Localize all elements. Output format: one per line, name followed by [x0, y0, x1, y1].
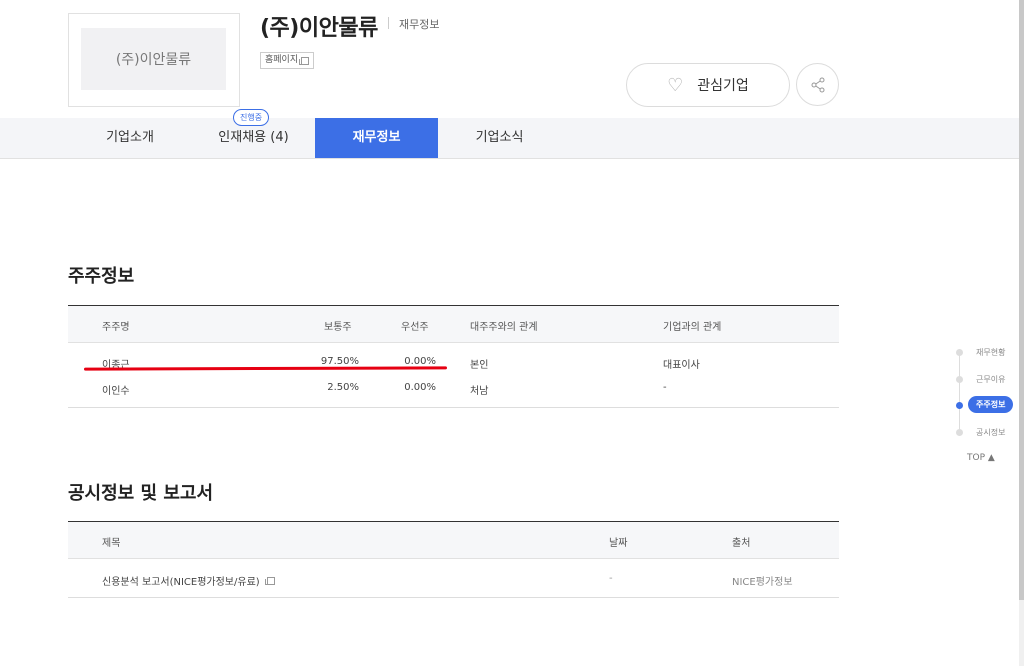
homepage-button[interactable]: 홈페이지 [260, 52, 315, 69]
tab-company-news[interactable]: 기업소식 [438, 118, 561, 158]
side-nav-dot [956, 349, 963, 356]
side-nav-dot [956, 376, 963, 383]
scroll-top-button[interactable]: TOP ▲ [967, 453, 995, 463]
share-icon [811, 77, 824, 92]
tab-financial-info[interactable]: 재무정보 [315, 118, 438, 158]
shareholder-name: 이인수 [102, 386, 130, 397]
report-source: NICE평가정보 [732, 577, 793, 588]
col-date: 날짜 [609, 538, 628, 549]
col-common-stock: 보통주 [324, 322, 352, 333]
relation-company: 대표이사 [663, 360, 700, 371]
common-stock-pct: 2.50% [327, 382, 359, 393]
side-nav-disclosures[interactable]: 공시정보 [976, 427, 1005, 438]
preferred-stock-pct: 0.00% [404, 382, 436, 393]
tab-company-intro[interactable]: 기업소개 [68, 118, 192, 158]
disclosures-title: 공시정보 및 보고서 [68, 483, 214, 504]
relation-company: - [663, 382, 667, 393]
relation-major: 처남 [470, 386, 489, 397]
shareholders-table-bottom [68, 407, 839, 408]
favorite-label: 관심기업 [697, 78, 749, 94]
company-title: (주)이안물류 [260, 16, 378, 41]
recruit-status-badge: 진행중 [233, 109, 270, 126]
homepage-label: 홈페이지 [265, 55, 299, 65]
side-navigation: 재무현황 근무이유 주주정보 공시정보 TOP ▲ [950, 340, 1024, 470]
shareholders-table-header: 주주명 보통주 우선주 대주주와의 관계 기업과의 관계 [68, 306, 839, 343]
company-logo-box: (주)이안물류 [68, 13, 240, 107]
disclosures-table-header: 제목 날짜 출처 [68, 522, 839, 559]
report-date: - [609, 573, 613, 584]
heart-icon: ♡ [667, 74, 684, 96]
report-title: 신용분석 보고서(NICE평가정보/유료) [102, 577, 260, 588]
red-underline-highlight [83, 366, 448, 371]
side-nav-dot [956, 429, 963, 436]
disclosures-table-bottom [68, 597, 839, 598]
side-nav-line [959, 352, 960, 432]
company-logo: (주)이안물류 [81, 28, 226, 90]
company-tabs: 기업소개 인재채용 (4) 재무정보 기업소식 [0, 118, 1024, 159]
scrollbar-thumb[interactable] [1019, 0, 1024, 600]
preferred-stock-pct: 0.00% [404, 356, 436, 367]
col-preferred-stock: 우선주 [401, 322, 429, 333]
shareholders-title: 주주정보 [68, 266, 135, 287]
share-button[interactable] [796, 63, 839, 106]
report-link[interactable]: 신용분석 보고서(NICE평가정보/유료) [102, 573, 275, 588]
side-nav-work-reason[interactable]: 근무이유 [976, 374, 1005, 385]
side-nav-dot-active [956, 402, 963, 409]
relation-major: 본인 [470, 360, 489, 371]
external-link-icon [299, 56, 310, 65]
favorite-company-button[interactable]: ♡ 관심기업 [626, 63, 790, 107]
external-link-icon [264, 577, 275, 585]
col-relation-major: 대주주와의 관계 [470, 322, 538, 333]
col-title: 제목 [102, 538, 121, 549]
col-relation-company: 기업과의 관계 [663, 322, 722, 333]
side-nav-shareholders[interactable]: 주주정보 [968, 396, 1014, 413]
col-shareholder-name: 주주명 [102, 322, 130, 333]
col-source: 출처 [732, 538, 751, 549]
title-divider [388, 17, 389, 29]
common-stock-pct: 97.50% [320, 356, 359, 367]
side-nav-financial-status[interactable]: 재무현황 [976, 347, 1005, 358]
page-label: 재무정보 [399, 18, 440, 31]
